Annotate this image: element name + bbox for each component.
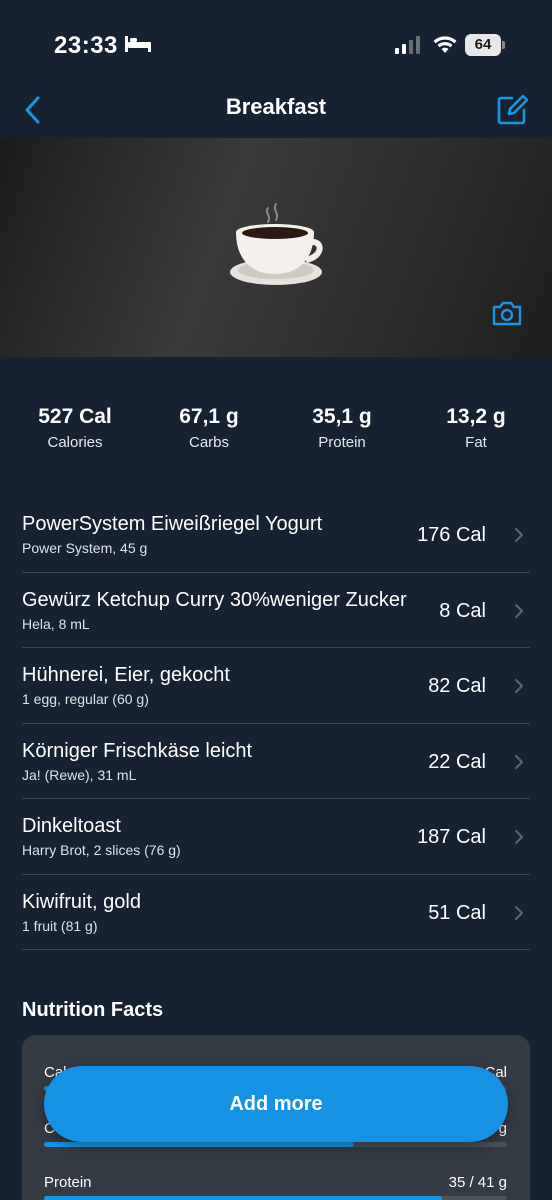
wifi-icon [433,36,457,53]
food-calories: 82 Cal [428,675,486,697]
food-item[interactable]: Kiwifruit, gold 1 fruit (81 g) 51 Cal [22,875,530,950]
progress-track [44,1142,507,1147]
summary-label: Protein [318,434,366,451]
food-calories: 51 Cal [428,901,486,924]
chevron-right-icon [515,528,523,542]
food-name: Kiwifruit, gold [22,890,141,913]
summary-label: Fat [465,434,487,451]
chevron-right-icon [515,679,523,693]
food-name: Dinkeltoast [22,815,121,837]
food-list: PowerSystem Eiweißriegel Yogurt Power Sy… [22,497,530,950]
food-calories: 22 Cal [428,750,486,773]
food-name: Gewürz Ketchup Curry 30%weniger Zucker [22,588,407,611]
progress-fill [44,1196,443,1200]
chevron-right-icon [515,905,523,920]
chevron-right-icon [515,603,523,618]
status-bar: 23:33 64 [0,0,552,88]
food-item[interactable]: Hühnerei, Eier, gekocht 1 egg, regular (… [22,648,530,724]
food-detail: Harry Brot, 2 slices (76 g) [22,842,181,858]
summary-value: 35,1 g [312,405,372,428]
signal-icon [395,36,420,54]
chevron-right-icon [515,754,523,769]
food-detail: Power System, 45 g [22,540,148,556]
battery-cap [502,41,505,49]
nutrition-row-protein: Protein 35 / 41 g [44,1174,507,1200]
summary-calories: 527 Cal Calories [10,405,140,451]
coffee-cup-icon [230,203,323,285]
summary-label: Calories [47,434,103,451]
camera-icon[interactable] [491,299,523,327]
food-calories: 187 Cal [417,826,486,848]
food-item[interactable]: Körniger Frischkäse leicht Ja! (Rewe), 3… [22,724,530,799]
food-name: PowerSystem Eiweißriegel Yogurt [22,513,323,535]
progress-track [44,1196,507,1200]
food-item[interactable]: Dinkeltoast Harry Brot, 2 slices (76 g) … [22,799,530,875]
food-calories: 176 Cal [417,524,486,546]
add-more-button[interactable]: Add more [44,1066,508,1142]
nav-bar: Breakfast [0,88,552,138]
battery-icon: 64 [465,34,505,56]
food-name: Körniger Frischkäse leicht [22,739,253,762]
status-time: 23:33 [54,32,118,59]
summary-fat: 13,2 g Fat [411,405,541,451]
progress-fill [44,1142,355,1147]
page-title: Breakfast [225,94,327,119]
food-detail: Hela, 8 mL [22,615,90,632]
summary-value: 13,2 g [446,405,506,428]
food-calories: 8 Cal [439,599,486,622]
chevron-right-icon [515,830,523,844]
nutrition-facts-title: Nutrition Facts [22,999,164,1021]
nutrition-label: Protein [44,1174,92,1191]
food-name: Hühnerei, Eier, gekocht [22,664,230,686]
food-item[interactable]: PowerSystem Eiweißriegel Yogurt Power Sy… [22,497,530,573]
nutrition-summary: 527 Cal Calories 67,1 g Carbs 35,1 g Pro… [0,405,552,465]
food-item[interactable]: Gewürz Ketchup Curry 30%weniger Zucker H… [22,573,530,648]
food-detail: Ja! (Rewe), 31 mL [22,766,137,783]
summary-label: Carbs [188,434,229,451]
food-detail: 1 egg, regular (60 g) [22,691,149,707]
nutrition-value: 35 / 41 g [448,1174,507,1191]
summary-carbs: 67,1 g Carbs [144,405,274,451]
bed-icon [125,36,151,52]
meal-photo [0,138,552,357]
summary-protein: 35,1 g Protein [277,405,407,451]
edit-icon[interactable] [496,92,530,126]
battery-level: 64 [465,34,501,56]
summary-value: 527 Cal [38,405,112,428]
food-detail: 1 fruit (81 g) [22,917,98,934]
summary-value: 67,1 g [179,405,239,428]
